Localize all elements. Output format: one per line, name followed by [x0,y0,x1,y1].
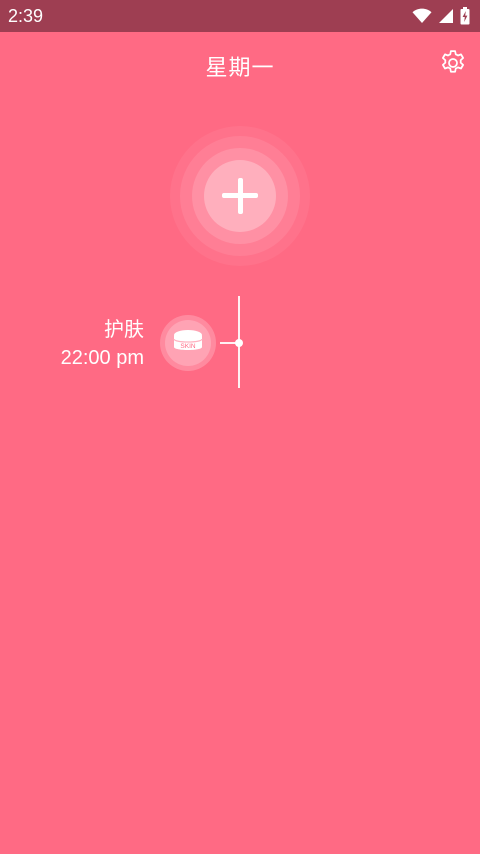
timeline-item-time: 22:00 pm [60,347,144,369]
add-button[interactable] [204,160,276,232]
settings-button[interactable] [438,48,468,78]
timeline-dot [235,339,243,347]
app-bar: 星期一 [0,32,480,96]
status-bar: 2:39 [0,0,480,32]
timeline-item-name: 护肤 [104,319,144,341]
status-time: 2:39 [8,5,44,26]
wifi-icon [412,8,432,23]
cellular-signal-icon [439,9,453,23]
status-icons [412,7,470,25]
skin-cream-jar-icon: SKIN [173,330,203,350]
battery-charging-icon [460,7,470,25]
skin-icon-label: SKIN [180,343,195,350]
timeline-item-skincare[interactable]: 护肤 22:00 pm SKIN [30,312,220,376]
add-button-area [170,126,310,266]
gear-icon [442,50,464,73]
plus-icon-vertical [237,178,243,214]
skin-badge: SKIN [160,315,216,371]
page-title: 星期一 [205,56,275,81]
timeline-item-text: 护肤 22:00 pm [61,316,144,372]
